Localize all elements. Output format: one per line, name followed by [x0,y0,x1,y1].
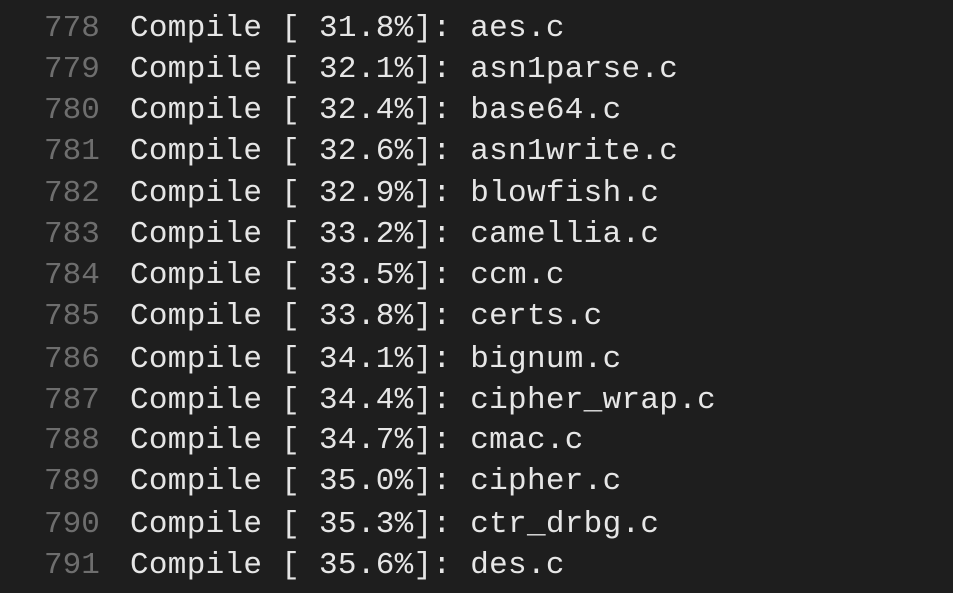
line-number: 781 [44,134,100,169]
line-text: Compile [ 32.6%]: asn1write.c [130,134,679,169]
terminal-line: 783 Compile [ 33.2%]: camellia.c [0,214,953,256]
terminal-line: 785 Compile [ 33.8%]: certs.c [0,296,953,338]
terminal-line: 781 Compile [ 32.6%]: asn1write.c [0,131,953,173]
line-number: 790 [44,507,100,542]
line-text: Compile [ 31.8%]: aes.c [130,11,565,46]
line-text: Compile [ 33.5%]: ccm.c [130,258,565,293]
terminal-line: 786 Compile [ 34.1%]: bignum.c [0,339,953,381]
terminal-line: 787 Compile [ 34.4%]: cipher_wrap.c [0,380,953,422]
terminal-line: 780 Compile [ 32.4%]: base64.c [0,90,953,132]
line-number: 787 [44,383,100,418]
line-text: Compile [ 32.4%]: base64.c [130,93,622,128]
line-number: 782 [44,176,100,211]
line-text: Compile [ 34.1%]: bignum.c [130,342,622,377]
terminal-line: 782 Compile [ 32.9%]: blowfish.c [0,173,953,215]
line-number: 780 [44,93,100,128]
terminal-line: 790 Compile [ 35.3%]: ctr_drbg.c [0,504,953,546]
line-text: Compile [ 34.7%]: cmac.c [130,423,584,458]
terminal-line: 778 Compile [ 31.8%]: aes.c [0,8,953,50]
line-text: Compile [ 32.9%]: blowfish.c [130,176,660,211]
line-number: 785 [44,299,100,334]
line-number: 778 [44,11,100,46]
line-number: 788 [44,423,100,458]
terminal-line: 779 Compile [ 32.1%]: asn1parse.c [0,49,953,91]
line-number: 779 [44,52,100,87]
line-text: Compile [ 34.4%]: cipher_wrap.c [130,383,716,418]
line-number: 784 [44,258,100,293]
line-number: 789 [44,464,100,499]
line-text: Compile [ 33.2%]: camellia.c [130,217,660,252]
terminal-output: 778 Compile [ 31.8%]: aes.c 779 Compile … [0,0,953,593]
line-number: 791 [44,548,100,583]
line-text: Compile [ 35.3%]: ctr_drbg.c [130,507,660,542]
line-number: 786 [44,342,100,377]
line-number: 783 [44,217,100,252]
line-text: Compile [ 35.0%]: cipher.c [130,464,622,499]
terminal-line: 789 Compile [ 35.0%]: cipher.c [0,461,953,503]
line-text: Compile [ 35.6%]: des.c [130,548,565,583]
terminal-line: 791 Compile [ 35.6%]: des.c [0,545,953,587]
line-text: Compile [ 32.1%]: asn1parse.c [130,52,679,87]
terminal-line: 788 Compile [ 34.7%]: cmac.c [0,420,953,462]
terminal-line: 784 Compile [ 33.5%]: ccm.c [0,255,953,297]
line-text: Compile [ 33.8%]: certs.c [130,299,603,334]
